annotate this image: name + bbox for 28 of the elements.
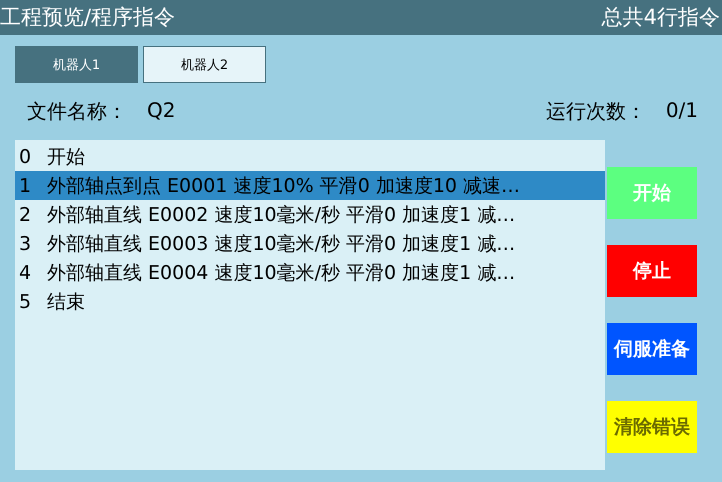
program-line[interactable]: 5 结束 [15,287,605,316]
instruction-text: 外部轴直线 E0002 速度10毫米/秒 平滑0 加速度1 减… [47,202,516,228]
line-number: 3 [18,232,32,254]
file-name-label: 文件名称： [27,98,127,124]
line-number: 1 [18,174,32,196]
program-line[interactable]: 2 外部轴直线 E0002 速度10毫米/秒 平滑0 加速度1 减… [15,200,605,229]
robot-tab[interactable]: 机器人2 [143,46,266,83]
run-count-label: 运行次数： [546,98,646,124]
action-button[interactable]: 清除错误 [607,401,697,453]
line-number: 0 [18,146,32,168]
program-line[interactable]: 0 开始 [15,142,605,171]
action-button[interactable]: 停止 [607,245,697,297]
instruction-text: 外部轴直线 E0004 速度10毫米/秒 平滑0 加速度1 减… [47,260,516,286]
window-title: 工程预览/程序指令 [0,4,176,31]
line-number: 5 [18,290,32,312]
instruction-text: 开始 [47,144,85,170]
program-line[interactable]: 3 外部轴直线 E0003 速度10毫米/秒 平滑0 加速度1 减… [15,229,605,258]
instruction-count: 总共4行指令 [602,4,720,31]
run-count-value: 0/1 [666,98,698,124]
line-number: 4 [18,262,32,284]
instruction-text: 外部轴直线 E0003 速度10毫米/秒 平滑0 加速度1 减… [47,232,516,256]
instruction-text: 结束 [47,290,85,314]
file-name-value: Q2 [147,98,176,124]
action-button[interactable]: 伺服准备 [607,323,697,375]
line-number: 2 [18,204,32,226]
instruction-text: 外部轴点到点 E0001 速度10% 平滑0 加速度10 减速… [47,174,520,198]
program-line[interactable]: 4 外部轴直线 E0004 速度10毫米/秒 平滑0 加速度1 减… [15,258,605,287]
robot-tab[interactable]: 机器人1 [15,46,138,83]
